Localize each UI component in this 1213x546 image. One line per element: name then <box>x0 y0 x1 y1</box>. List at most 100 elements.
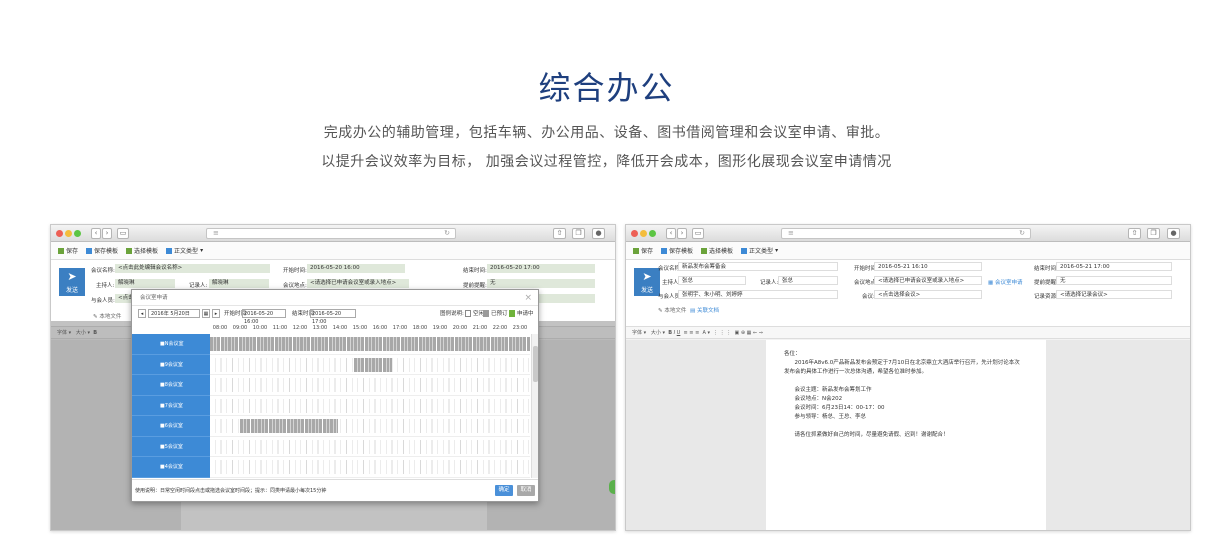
host-input[interactable]: 张总 <box>678 276 746 285</box>
dialog-end-input[interactable]: 2016-05-20 17:00 <box>310 309 356 325</box>
maximize-window-icon[interactable] <box>74 230 81 237</box>
minimize-window-icon[interactable] <box>65 230 72 237</box>
booked-room-link[interactable]: ▦ 会议室申请 <box>988 278 1022 286</box>
booking-row[interactable] <box>210 478 530 479</box>
link-document[interactable]: ▤ 关联文档 <box>690 306 719 314</box>
place-select[interactable]: <请选择已申请会议室或录入地点> <box>874 276 982 285</box>
forward-icon[interactable]: › <box>102 228 112 239</box>
end-time-input[interactable]: 2016-05-20 17:00 <box>487 264 595 273</box>
link-meeting-input[interactable]: <点击选择会议> <box>874 290 982 299</box>
back-icon[interactable]: ‹ <box>91 228 101 239</box>
attach-local-file[interactable]: ✎ 本地文件 <box>93 312 121 320</box>
editor-work-area: 各位： 2016年A8v6.0产品新品发布会预定于7月10日在北京鼎立大酒店举行… <box>626 340 1190 530</box>
scrollbar-thumb[interactable] <box>533 346 538 382</box>
time-slot-cells[interactable] <box>210 398 530 413</box>
document-page[interactable]: 各位： 2016年A8v6.0产品新品发布会预定于7月10日在北京鼎立大酒店举行… <box>766 340 1046 530</box>
next-day-icon[interactable]: ▸ <box>212 309 220 318</box>
booking-row[interactable] <box>210 457 530 478</box>
attendee-label: 与会人员: <box>91 298 115 304</box>
size-select[interactable]: 大小 <box>651 330 661 336</box>
download-icon[interactable]: ● <box>1167 228 1180 239</box>
booking-grid[interactable] <box>210 334 530 478</box>
calendar-icon[interactable]: ▦ <box>202 309 210 318</box>
booking-row[interactable] <box>210 416 530 437</box>
time-slot-cells[interactable] <box>210 378 530 392</box>
body-type-button[interactable]: 正文类型 ▾ <box>741 246 778 255</box>
share-icon[interactable]: ⇧ <box>553 228 566 239</box>
room-item[interactable]: ■8会议室 <box>132 375 210 396</box>
time-slot-cells[interactable] <box>210 460 530 474</box>
ok-button[interactable]: 确定 <box>495 485 513 496</box>
booking-row[interactable] <box>210 334 530 355</box>
place-select[interactable]: <请选择已申请会议室或录入地点> <box>307 279 409 288</box>
grid-scrollbar[interactable] <box>531 334 538 478</box>
remind-select[interactable]: 无 <box>1056 276 1172 285</box>
download-icon[interactable]: ● <box>592 228 605 239</box>
room-item[interactable]: ■N会议室 <box>132 334 210 355</box>
select-template-button[interactable]: 选择模板 <box>126 246 158 255</box>
meeting-name-input[interactable]: <点击此处编辑会议名称> <box>115 264 270 273</box>
save-template-button[interactable]: 保存模板 <box>661 246 693 255</box>
time-tick: 17:00 <box>392 325 408 331</box>
side-tab-icon[interactable] <box>609 480 615 494</box>
prev-day-icon[interactable]: ◂ <box>138 309 146 318</box>
save-button[interactable]: 保存 <box>633 246 653 255</box>
room-item[interactable]: ■9会议室 <box>132 355 210 375</box>
time-tick: 12:00 <box>292 325 308 331</box>
share-icon[interactable]: ⇧ <box>1128 228 1141 239</box>
attach-local-file[interactable]: ✎ 本地文件 <box>658 306 686 314</box>
remind-select[interactable]: 无 <box>487 279 595 288</box>
booked-slot <box>240 419 338 433</box>
save-template-button[interactable]: 保存模板 <box>86 246 118 255</box>
save-button[interactable]: 保存 <box>58 246 78 255</box>
maximize-window-icon[interactable] <box>649 230 656 237</box>
cancel-button[interactable]: 取消 <box>517 485 535 496</box>
tabs-icon[interactable]: ❐ <box>1147 228 1160 239</box>
dialog-start-input[interactable]: 2016-05-20 16:00 <box>242 309 286 325</box>
time-tick: 18:00 <box>412 325 428 331</box>
font-select[interactable]: 字体 <box>632 330 642 336</box>
minimize-window-icon[interactable] <box>640 230 647 237</box>
meeting-room-dialog: 会议室申请 × ◂ 2016年 5月20日 ▦ ▸ 开始时间 2016-05-2… <box>131 289 539 502</box>
forward-icon[interactable]: › <box>677 228 687 239</box>
sidebar-icon[interactable]: ▭ <box>117 228 129 239</box>
time-slot-cells[interactable] <box>210 439 530 454</box>
date-picker[interactable]: 2016年 5月20日 <box>148 309 200 318</box>
meeting-name-input[interactable]: 新品发布会筹备会 <box>678 262 838 271</box>
room-item[interactable]: ■4会议室 <box>132 457 210 478</box>
send-button[interactable]: ➤ 发送 <box>59 268 85 296</box>
legend-label: 图例说明: <box>440 311 464 317</box>
booking-row[interactable] <box>210 375 530 396</box>
attendee-input[interactable]: 张明宇、朱小明、刘婷婷 <box>678 290 838 299</box>
address-bar[interactable]: ≡ ↻ <box>781 228 1031 239</box>
select-template-button[interactable]: 选择模板 <box>701 246 733 255</box>
start-time-input[interactable]: 2016-05-21 16:10 <box>874 262 982 271</box>
recorder-input[interactable]: 解晓琳 <box>209 279 269 288</box>
close-window-icon[interactable] <box>631 230 638 237</box>
address-bar[interactable]: ≡ ↻ <box>206 228 456 239</box>
room-item[interactable]: ■6会议室 <box>132 416 210 437</box>
room-item[interactable]: ■7会议室 <box>132 396 210 416</box>
room-list: ■N会议室■9会议室■8会议室■7会议室■6会议室■5会议室■4会议室■3会议室 <box>132 334 210 478</box>
tabs-icon[interactable]: ❐ <box>572 228 585 239</box>
select-icon <box>126 247 133 254</box>
close-window-icon[interactable] <box>56 230 63 237</box>
body-type-button[interactable]: 正文类型 ▾ <box>166 246 203 255</box>
booking-row[interactable] <box>210 355 530 375</box>
start-time-input[interactable]: 2016-05-20 16:00 <box>307 264 405 273</box>
sidebar-icon[interactable]: ▭ <box>692 228 704 239</box>
recorder-input[interactable]: 张总 <box>778 276 838 285</box>
booking-row[interactable] <box>210 437 530 457</box>
record-label: 记录资源: <box>1034 294 1058 300</box>
host-input[interactable]: 解晓琳 <box>115 279 175 288</box>
send-button[interactable]: ➤ 发送 <box>634 268 660 296</box>
record-select[interactable]: <请选择记录会议> <box>1056 290 1172 299</box>
room-item[interactable]: ■3会议室 <box>132 478 210 479</box>
room-item[interactable]: ■5会议室 <box>132 437 210 457</box>
end-time-input[interactable]: 2016-05-21 17:00 <box>1056 262 1172 271</box>
close-icon[interactable]: × <box>524 290 532 306</box>
place-label: 会议地点: <box>283 283 307 289</box>
back-icon[interactable]: ‹ <box>666 228 676 239</box>
letter-greeting: 各位： <box>784 351 801 357</box>
booking-row[interactable] <box>210 396 530 416</box>
